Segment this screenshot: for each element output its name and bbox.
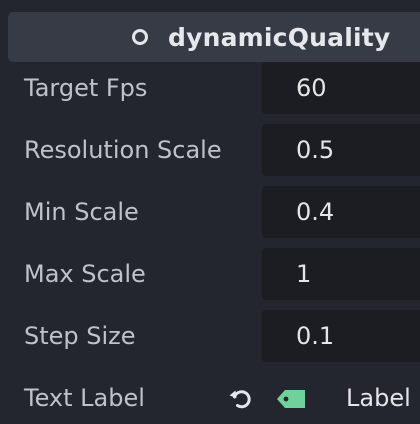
component-header-content: dynamicQuality bbox=[132, 12, 390, 62]
property-label: Step Size bbox=[24, 322, 136, 350]
component-title: dynamicQuality bbox=[168, 22, 391, 52]
component-header[interactable]: dynamicQuality bbox=[8, 12, 420, 62]
text-label-value[interactable]: Label bbox=[346, 372, 411, 424]
property-label: Target Fps bbox=[24, 74, 148, 102]
property-value: 0.4 bbox=[296, 198, 335, 226]
property-row-step-size: Step Size 0.1 bbox=[0, 310, 420, 362]
property-row-target-fps: Target Fps 60 bbox=[0, 62, 420, 114]
target-fps-field[interactable]: 60 bbox=[262, 62, 420, 114]
property-label: Resolution Scale bbox=[24, 136, 222, 164]
property-value: 0.1 bbox=[296, 322, 335, 350]
min-scale-field[interactable]: 0.4 bbox=[262, 186, 420, 238]
property-value: 60 bbox=[296, 74, 327, 102]
circle-icon bbox=[132, 29, 148, 45]
property-label: Max Scale bbox=[24, 260, 146, 288]
resolution-scale-field[interactable]: 0.5 bbox=[262, 124, 420, 176]
property-row-resolution-scale: Resolution Scale 0.5 bbox=[0, 124, 420, 176]
property-row-max-scale: Max Scale 1 bbox=[0, 248, 420, 300]
step-size-field[interactable]: 0.1 bbox=[262, 310, 420, 362]
property-row-text-label: Text Label Label bbox=[0, 372, 420, 424]
property-label: Text Label bbox=[24, 384, 145, 412]
property-label: Min Scale bbox=[24, 198, 139, 226]
property-value: 1 bbox=[296, 260, 312, 288]
property-row-min-scale: Min Scale 0.4 bbox=[0, 186, 420, 238]
property-value: 0.5 bbox=[296, 136, 335, 164]
max-scale-field[interactable]: 1 bbox=[262, 248, 420, 300]
tag-icon bbox=[277, 390, 305, 408]
revert-icon[interactable] bbox=[228, 386, 254, 412]
